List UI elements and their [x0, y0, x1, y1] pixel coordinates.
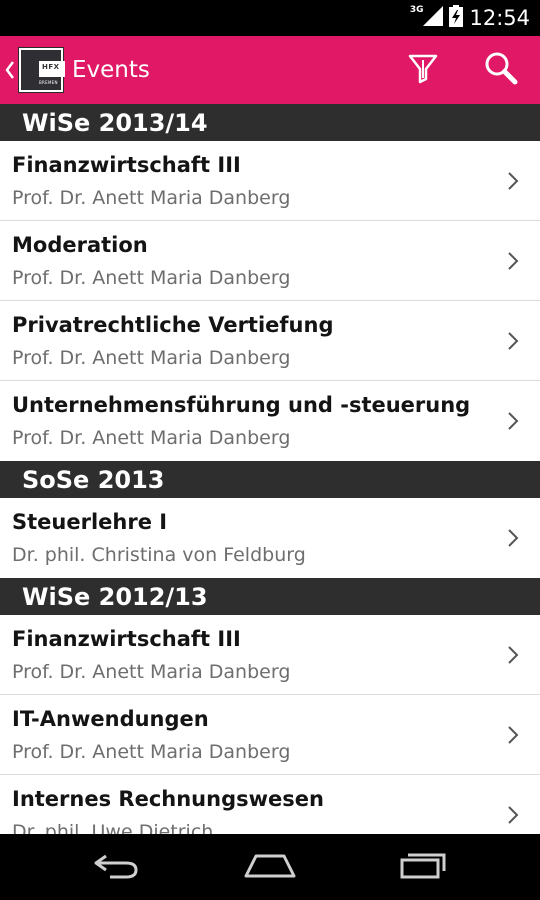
event-list[interactable]: WiSe 2013/14 Finanzwirtschaft III Prof. …: [0, 104, 540, 834]
item-title: Steuerlehre I: [12, 510, 168, 534]
filter-button[interactable]: [384, 36, 462, 104]
list-item[interactable]: Finanzwirtschaft III Prof. Dr. Anett Mar…: [0, 615, 540, 695]
chevron-right-icon: [506, 250, 520, 272]
item-title: Finanzwirtschaft III: [12, 153, 241, 177]
list-item[interactable]: IT-Anwendungen Prof. Dr. Anett Maria Dan…: [0, 695, 540, 775]
page-title: Events: [72, 57, 150, 83]
recent-apps-icon: [398, 850, 448, 884]
filter-icon: [407, 52, 439, 88]
list-item[interactable]: Privatrechtliche Vertiefung Prof. Dr. An…: [0, 301, 540, 381]
battery-icon: [449, 5, 464, 31]
search-button[interactable]: [462, 36, 540, 104]
item-title: Finanzwirtschaft III: [12, 627, 241, 651]
chevron-right-icon: [506, 410, 520, 432]
logo-subtext: BREMEN: [39, 80, 58, 85]
back-icon: [92, 850, 142, 884]
item-subtitle: Prof. Dr. Anett Maria Danberg: [12, 187, 291, 209]
home-button[interactable]: [225, 842, 315, 892]
chevron-right-icon: [506, 527, 520, 549]
list-item[interactable]: Unternehmensführung und -steuerung Prof.…: [0, 381, 540, 461]
item-title: Unternehmensführung und -steuerung: [12, 393, 471, 417]
list-item[interactable]: Moderation Prof. Dr. Anett Maria Danberg: [0, 221, 540, 301]
app-logo: HFX BREMEN: [18, 47, 65, 93]
item-subtitle: Prof. Dr. Anett Maria Danberg: [12, 267, 291, 289]
action-bar: HFX BREMEN Events: [0, 36, 540, 104]
back-caret-icon: [4, 55, 16, 85]
item-subtitle: Prof. Dr. Anett Maria Danberg: [12, 661, 291, 683]
status-bar: 3G 12:54: [0, 0, 540, 36]
item-title: Moderation: [12, 233, 148, 257]
clock: 12:54: [469, 6, 530, 30]
section-header: WiSe 2013/14: [0, 104, 540, 141]
item-subtitle: Prof. Dr. Anett Maria Danberg: [12, 347, 291, 369]
status-indicators: 3G 12:54: [410, 4, 530, 32]
back-button[interactable]: [72, 842, 162, 892]
chevron-right-icon: [506, 804, 520, 826]
item-subtitle: Dr. phil. Christina von Feldburg: [12, 544, 306, 566]
home-icon: [242, 850, 298, 884]
network-type-label: 3G: [409, 5, 424, 15]
chevron-right-icon: [506, 330, 520, 352]
list-item[interactable]: Steuerlehre I Dr. phil. Christina von Fe…: [0, 498, 540, 578]
item-title: IT-Anwendungen: [12, 707, 209, 731]
item-subtitle: Dr. phil. Uwe Dietrich: [12, 821, 214, 834]
section-header: SoSe 2013: [0, 461, 540, 498]
list-item[interactable]: Finanzwirtschaft III Prof. Dr. Anett Mar…: [0, 141, 540, 221]
section-header: WiSe 2012/13: [0, 578, 540, 615]
search-icon: [483, 50, 519, 90]
chevron-right-icon: [506, 644, 520, 666]
up-navigation-button[interactable]: HFX BREMEN Events: [0, 36, 150, 104]
system-navigation-bar: [0, 834, 540, 900]
item-subtitle: Prof. Dr. Anett Maria Danberg: [12, 741, 291, 763]
recent-apps-button[interactable]: [378, 842, 468, 892]
item-title: Privatrechtliche Vertiefung: [12, 313, 334, 337]
list-item[interactable]: Internes Rechnungswesen Dr. phil. Uwe Di…: [0, 775, 540, 834]
signal-icon: [423, 6, 444, 30]
item-subtitle: Prof. Dr. Anett Maria Danberg: [12, 427, 291, 449]
chevron-right-icon: [506, 170, 520, 192]
item-title: Internes Rechnungswesen: [12, 787, 324, 811]
logo-text: HFX: [42, 63, 60, 71]
chevron-right-icon: [506, 724, 520, 746]
